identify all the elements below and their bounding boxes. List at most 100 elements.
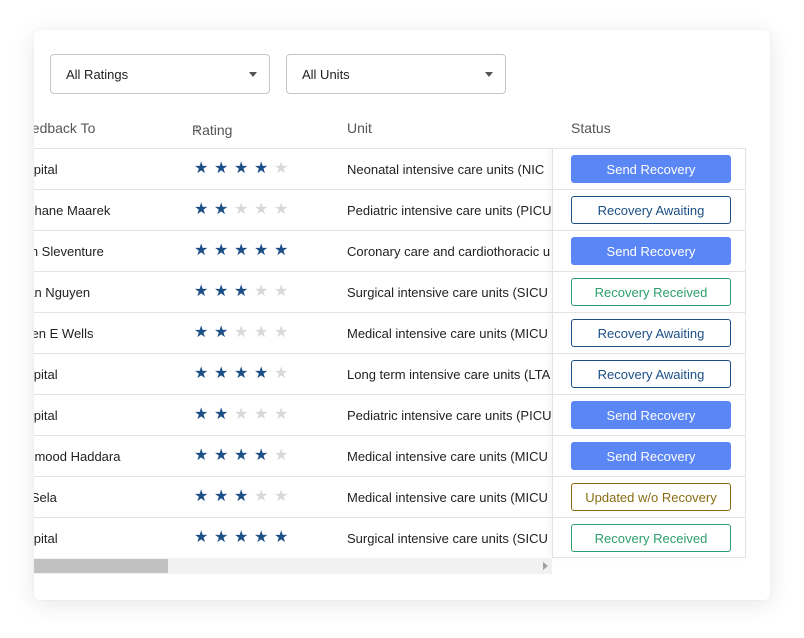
feedback-card: All Ratings All Units eedback To Rating … [34,30,770,600]
star-filled-icon: ★ [194,406,209,423]
feedback-to-cell: ri Sela [34,490,57,505]
status-cell: Send Recovery [553,394,745,435]
feedback-to-cell: ospital [34,367,58,382]
feedback-to-cell: han Nguyen [34,285,91,300]
star-filled-icon: ★ [194,201,209,218]
star-filled-icon: ★ [254,529,269,546]
rating-stars: ★ ★ ★ ★ ★ [194,242,294,260]
star-empty-icon: ★ [234,201,249,218]
status-cell: Recovery Awaiting [553,189,745,230]
status-column: Send Recovery Recovery Awaiting Send Recov… [552,148,746,558]
star-filled-icon: ★ [214,201,229,218]
unit-cell: Surgical intensive care units (SICU [347,531,548,546]
unit-cell: Medical intensive care units (MICU [347,449,548,464]
feedback-to-cell: ospital [34,531,58,546]
feedback-to-cell: ahmood Haddara [34,449,121,464]
star-filled-icon: ★ [234,365,249,382]
horizontal-scrollbar[interactable] [34,558,552,574]
star-filled-icon: ★ [234,447,249,464]
star-filled-icon: ★ [194,529,209,546]
star-filled-icon: ★ [254,242,269,259]
rating-stars: ★ ★ ★ ★ ★ [194,488,294,506]
star-filled-icon: ★ [274,529,289,546]
feedback-to-cell: ospital [34,162,58,177]
star-filled-icon: ★ [194,283,209,300]
unit-cell: Pediatric intensive care units (PICU [347,408,552,423]
rating-stars: ★ ★ ★ ★ ★ [194,447,294,465]
status-awaiting-button[interactable]: Recovery Awaiting [571,319,731,347]
star-empty-icon: ★ [234,406,249,423]
rating-stars: ★ ★ ★ ★ ★ [194,201,294,219]
star-filled-icon: ★ [234,488,249,505]
star-filled-icon: ★ [214,447,229,464]
status-received-button[interactable]: Recovery Received [571,278,731,306]
unit-cell: Medical intensive care units (MICU [347,326,548,341]
status-awaiting-button[interactable]: Recovery Awaiting [571,196,731,224]
status-cell: Updated w/o Recovery [553,476,745,517]
star-filled-icon: ★ [214,529,229,546]
table-row[interactable]: ospital ★ ★ ★ ★ ★ Pediatric intensive care uni… [34,394,552,435]
feedback-to-cell: aren E Wells [34,326,94,341]
status-send-button[interactable]: Send Recovery [571,237,731,265]
column-header-feedback-to[interactable]: eedback To [34,120,95,136]
units-filter-dropdown[interactable]: All Units [286,54,506,94]
table-row[interactable]: ospital ★ ★ ★ ★ ★ Long term intensive care uni… [34,353,552,394]
star-filled-icon: ★ [194,242,209,259]
star-empty-icon: ★ [274,201,289,218]
rating-stars: ★ ★ ★ ★ ★ [194,406,294,424]
star-filled-icon: ★ [194,447,209,464]
star-filled-icon: ★ [214,242,229,259]
table-row[interactable]: han Nguyen ★ ★ ★ ★ ★ Surgical intensive care u… [34,271,552,312]
rating-stars: ★ ★ ★ ★ ★ [194,529,294,547]
table-header: eedback To Rating ↑ Unit Status [34,118,770,148]
unit-cell: Long term intensive care units (LTA [347,367,551,382]
unit-cell: Coronary care and cardiothoracic u [347,244,551,259]
star-filled-icon: ★ [254,160,269,177]
star-empty-icon: ★ [274,160,289,177]
star-empty-icon: ★ [254,488,269,505]
table-row[interactable]: ephane Maarek ★ ★ ★ ★ ★ Pediatric intensive ca… [34,189,552,230]
feedback-to-cell: am Sleventure [34,244,104,259]
chevron-down-icon [485,72,493,77]
status-send-button[interactable]: Send Recovery [571,442,731,470]
status-cell: Send Recovery [553,230,745,271]
table-row[interactable]: am Sleventure ★ ★ ★ ★ ★ Coronary care and card… [34,230,552,271]
star-filled-icon: ★ [194,488,209,505]
unit-cell: Neonatal intensive care units (NIC [347,162,545,177]
star-filled-icon: ★ [214,406,229,423]
table-row[interactable]: aren E Wells ★ ★ ★ ★ ★ Medical intensive care … [34,312,552,353]
ratings-filter-dropdown[interactable]: All Ratings [50,54,270,94]
star-filled-icon: ★ [234,283,249,300]
star-filled-icon: ★ [214,160,229,177]
chevron-down-icon [249,72,257,77]
table-row[interactable]: ospital ★ ★ ★ ★ ★ Neonatal intensive care unit… [34,148,552,189]
feedback-table: ospital ★ ★ ★ ★ ★ Neonatal intensive care unit… [34,148,770,558]
status-send-button[interactable]: Send Recovery [571,401,731,429]
rating-stars: ★ ★ ★ ★ ★ [194,365,294,383]
column-header-status[interactable]: Status [571,120,611,136]
table-row[interactable]: ri Sela ★ ★ ★ ★ ★ Medical intensive care units… [34,476,552,517]
scroll-right-icon[interactable] [543,562,548,570]
star-empty-icon: ★ [274,406,289,423]
star-empty-icon: ★ [274,283,289,300]
star-empty-icon: ★ [274,488,289,505]
status-awaiting-button[interactable]: Recovery Awaiting [571,360,731,388]
star-filled-icon: ★ [254,447,269,464]
star-empty-icon: ★ [254,406,269,423]
status-cell: Recovery Received [553,517,745,558]
status-received-button[interactable]: Recovery Received [571,524,731,552]
star-filled-icon: ★ [214,365,229,382]
table-row[interactable]: ahmood Haddara ★ ★ ★ ★ ★ Medical intensive car… [34,435,552,476]
star-filled-icon: ★ [274,242,289,259]
column-header-unit[interactable]: Unit [347,120,372,136]
ratings-filter-value: All Ratings [66,66,129,82]
star-filled-icon: ★ [214,488,229,505]
rating-stars: ★ ★ ★ ★ ★ [194,324,294,342]
status-send-button[interactable]: Send Recovery [571,155,731,183]
star-empty-icon: ★ [254,324,269,341]
status-cell: Send Recovery [553,435,745,476]
scrollbar-thumb[interactable] [34,559,168,573]
status-updated-button[interactable]: Updated w/o Recovery [571,483,731,511]
star-empty-icon: ★ [274,447,289,464]
table-row[interactable]: ospital ★ ★ ★ ★ ★ Surgical intensive care unit… [34,517,552,558]
